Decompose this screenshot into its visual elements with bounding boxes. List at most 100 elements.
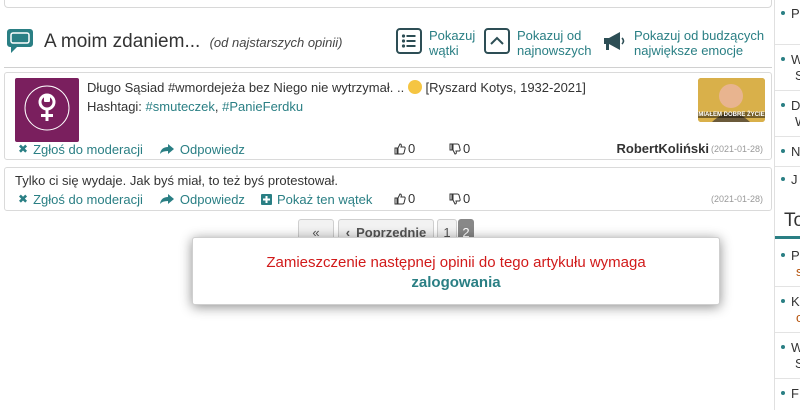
- comment-text-tail: [Ryszard Kotys, 1932-2021]: [425, 80, 586, 95]
- dislike-count: 0: [463, 141, 471, 156]
- comment-date: (2021-01-28): [710, 194, 763, 204]
- bullet-icon: [781, 299, 785, 303]
- show-threads-button[interactable]: Pokazuj wątki: [396, 28, 475, 58]
- thumbs-up-icon: [394, 192, 406, 204]
- bullet-icon: [781, 57, 785, 61]
- report-label: Zgłoś do moderacji: [33, 191, 143, 207]
- reply-arrow-icon: [159, 144, 174, 154]
- bullet-icon: [781, 177, 785, 181]
- reply-label: Odpowiedz: [179, 191, 245, 207]
- like-button[interactable]: 0: [394, 191, 415, 206]
- sidebar-item-source[interactable]: s: [796, 264, 800, 279]
- show-emotions-label-2: największe emocje: [634, 43, 744, 58]
- comments-header: A moim zdaniem... (od najstarszych opini…: [4, 22, 772, 64]
- hashtag-link[interactable]: #smuteczek: [146, 99, 215, 114]
- close-icon: ✖: [18, 142, 29, 156]
- sidebar-item[interactable]: N: [781, 144, 800, 159]
- show-thread-label: Pokaż ten wątek: [276, 191, 373, 207]
- sidebar-divider: [775, 44, 800, 45]
- feminist-symbol-icon: [24, 85, 70, 131]
- comment-body: Długo Sąsiad #wmordejeża bez Niego nie w…: [87, 80, 586, 114]
- comments-section: A moim zdaniem... (od najstarszych opini…: [0, 0, 772, 410]
- like-count: 0: [408, 191, 416, 206]
- comments-title: A moim zdaniem... (od najstarszych opini…: [44, 31, 343, 53]
- comment-text: Tylko ci się wydaje. Jak byś miał, to te…: [15, 173, 338, 188]
- plus-square-icon: [260, 193, 272, 205]
- sidebar-divider: [775, 136, 800, 137]
- comment-text: Długo Sąsiad #wmordejeża bez Niego nie w…: [87, 80, 405, 95]
- comment-date: (2021-01-28): [710, 144, 763, 154]
- thumbnail-caption: MIAŁEM DOBRE ŻYCIE: [698, 112, 765, 118]
- bullet-icon: [781, 345, 785, 349]
- show-emotions-label-1: Pokazuj od budzących: [634, 28, 765, 43]
- bullet-icon: [781, 11, 785, 15]
- sidebar-item[interactable]: K: [781, 294, 800, 309]
- thumbs-down-icon: [449, 193, 461, 205]
- header-divider: [4, 67, 772, 68]
- report-label: Zgłoś do moderacji: [33, 141, 143, 157]
- reply-button[interactable]: Odpowiedz: [159, 142, 245, 157]
- sidebar-heading-underline: [775, 236, 800, 239]
- comment-item: Długo Sąsiad #wmordejeża bez Niego nie w…: [4, 72, 772, 160]
- dislike-count: 0: [463, 191, 471, 206]
- comment-item: Tylko ci się wydaje. Jak byś miał, to te…: [4, 167, 772, 211]
- dislike-button[interactable]: 0: [449, 191, 470, 206]
- sidebar-divider: [775, 166, 800, 167]
- reply-button[interactable]: Odpowiedz: [159, 192, 245, 207]
- show-newest-button[interactable]: Pokazuj od najnowszych: [484, 28, 591, 58]
- bullet-icon: [781, 391, 785, 395]
- comment-image-thumbnail[interactable]: MIAŁEM DOBRE ŻYCIE: [698, 78, 765, 122]
- bullet-icon: [781, 103, 785, 107]
- like-button[interactable]: 0: [394, 141, 415, 156]
- comment-actions: ✖ Zgłoś do moderacji Odpowiedz: [18, 141, 261, 157]
- comment-author[interactable]: RobertKoliński: [617, 141, 709, 156]
- like-count: 0: [408, 141, 416, 156]
- login-required-message: Zamieszczenie następnej opinii do tego a…: [266, 254, 646, 271]
- smiley-emoji-icon: [407, 80, 422, 94]
- show-emotions-button[interactable]: Pokazuj od budzących największe emocje: [601, 28, 764, 58]
- sidebar-divider: [775, 286, 800, 287]
- login-required-dialog: Zamieszczenie następnej opinii do tego a…: [192, 237, 720, 305]
- megaphone-icon: [601, 28, 627, 54]
- report-button[interactable]: ✖ Zgłoś do moderacji: [18, 142, 143, 157]
- speech-bubble-icon: [7, 29, 33, 53]
- sidebar-item[interactable]: D: [781, 98, 800, 113]
- sidebar-item-source[interactable]: o: [796, 310, 800, 325]
- sidebar-item[interactable]: F: [781, 386, 799, 401]
- previous-box-edge: [4, 0, 772, 8]
- sidebar-divider: [775, 378, 800, 379]
- close-icon: ✖: [18, 192, 29, 206]
- list-icon: [396, 28, 422, 54]
- sidebar-item[interactable]: W: [781, 52, 800, 67]
- bullet-icon: [781, 149, 785, 153]
- sidebar-item-cont[interactable]: W: [795, 114, 800, 129]
- comment-actions: ✖ Zgłoś do moderacji Odpowiedz Pokaż ten…: [18, 191, 388, 207]
- report-button[interactable]: ✖ Zgłoś do moderacji: [18, 192, 143, 207]
- hashtags-label: Hashtagi:: [87, 99, 142, 114]
- hashtag-link[interactable]: #PanieFerdku: [222, 99, 303, 114]
- sidebar-heading: To: [784, 210, 800, 231]
- chevron-up-icon: [484, 28, 510, 54]
- show-newest-label-1: Pokazuj od: [517, 28, 582, 43]
- sidebar-divider: [775, 332, 800, 333]
- sidebar-item-cont[interactable]: S: [795, 356, 800, 371]
- show-thread-button[interactable]: Pokaż ten wątek: [260, 191, 373, 207]
- sidebar-item[interactable]: P: [781, 6, 800, 21]
- thumbs-down-icon: [449, 143, 461, 155]
- sidebar-item-cont[interactable]: S: [795, 68, 800, 83]
- thumbs-up-icon: [394, 142, 406, 154]
- sidebar-divider: [775, 90, 800, 91]
- avatar: [15, 78, 79, 142]
- sidebar-item[interactable]: W: [781, 340, 800, 355]
- show-newest-label-2: najnowszych: [517, 43, 592, 58]
- sidebar-item[interactable]: P: [781, 248, 800, 263]
- login-link[interactable]: zalogowania: [193, 274, 719, 291]
- comments-sort-subtitle: (od najstarszych opinii): [209, 35, 343, 50]
- right-sidebar: P W S D W N J To P s K o W S F: [774, 0, 800, 410]
- dislike-button[interactable]: 0: [449, 141, 470, 156]
- bullet-icon: [781, 253, 785, 257]
- comments-title-text: A moim zdaniem...: [44, 31, 201, 52]
- show-threads-label-2: wątki: [429, 43, 459, 58]
- sidebar-item[interactable]: J: [781, 172, 798, 187]
- show-threads-label-1: Pokazuj: [429, 28, 476, 43]
